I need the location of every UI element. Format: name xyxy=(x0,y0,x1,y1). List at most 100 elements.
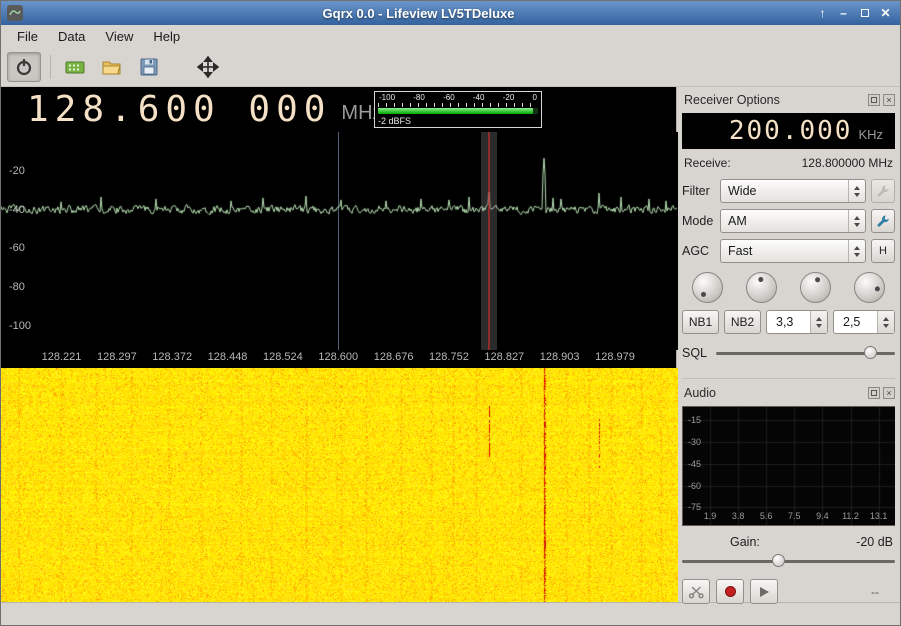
squelch-label: SQL xyxy=(682,346,716,360)
rollup-button[interactable]: ↑ xyxy=(814,5,831,22)
agc-hang-button[interactable]: H xyxy=(871,239,895,263)
gain-handle[interactable] xyxy=(772,554,785,567)
squelch-slider[interactable] xyxy=(716,346,895,360)
noise-blanker-row: NB1 NB2 3,3 2,5 xyxy=(682,310,895,334)
meter-fill xyxy=(378,108,533,114)
spinner-arrows-icon[interactable] xyxy=(848,180,865,202)
meter-tick: -80 xyxy=(413,93,425,102)
db-tick-label: -100 xyxy=(9,320,31,332)
gain-row: Gain: -20 dB xyxy=(684,535,893,549)
squelch-row: SQL xyxy=(682,345,895,361)
receiver-float-button[interactable] xyxy=(868,94,880,106)
close-button[interactable]: ✕ xyxy=(877,5,894,22)
gain-slider[interactable] xyxy=(682,554,895,568)
freq-tick-label: 128.221 xyxy=(42,351,82,363)
frequency-digits[interactable]: 128.600 000 xyxy=(27,87,331,132)
agc-label: AGC xyxy=(682,244,720,258)
channel-width-digits[interactable]: 200.000 xyxy=(729,113,853,149)
mode-value: AM xyxy=(728,214,747,228)
audio-db-tick: -30 xyxy=(688,437,701,447)
nb2-button[interactable]: NB2 xyxy=(724,310,761,334)
channel-width-display[interactable]: 200.000 KHz xyxy=(682,113,895,149)
center-frequency-line xyxy=(338,132,339,350)
receiver-options-header: Receiver Options × xyxy=(682,91,895,109)
signal-meter-scale: -100 -80 -60 -40 -20 0 xyxy=(378,93,538,102)
maximize-button[interactable] xyxy=(856,5,873,22)
filter-select[interactable]: Wide xyxy=(720,179,866,203)
menu-file[interactable]: File xyxy=(7,27,48,46)
audio-spectrum-canvas xyxy=(683,407,895,525)
power-button[interactable] xyxy=(7,52,41,82)
waterfall-canvas[interactable] xyxy=(1,368,678,602)
open-button[interactable] xyxy=(95,52,129,82)
scissors-icon xyxy=(688,585,704,599)
mode-options-button[interactable] xyxy=(871,209,895,233)
mode-label: Mode xyxy=(682,214,720,228)
spinner-arrows-icon[interactable] xyxy=(848,240,865,262)
signal-meter: -100 -80 -60 -40 -20 0 -2 dBFS xyxy=(374,91,542,128)
receive-frequency-row: Receive: 128.800000 MHz xyxy=(684,156,893,170)
power-icon xyxy=(14,57,34,77)
spectrum-plot[interactable]: -20 -40 -60 -80 -100 128.221 128.297 128… xyxy=(1,132,676,368)
audio-close-button[interactable]: × xyxy=(883,387,895,399)
freq-tick-label: 128.979 xyxy=(595,351,635,363)
filter-value: Wide xyxy=(728,184,756,198)
float-icon xyxy=(871,390,877,396)
db-tick-label: -80 xyxy=(9,281,25,293)
app-icon xyxy=(7,5,23,21)
mode-select[interactable]: AM xyxy=(720,209,866,233)
squelch-handle[interactable] xyxy=(864,346,877,359)
knob-3[interactable] xyxy=(800,272,831,303)
agc-row: AGC Fast H xyxy=(682,239,895,263)
filter-row: Filter Wide xyxy=(682,179,895,203)
db-tick-label: -20 xyxy=(9,165,25,177)
spinner-arrows-icon[interactable] xyxy=(810,311,827,333)
titlebar[interactable]: Gqrx 0.0 - Lifeview LV5TDeluxe ↑ – ✕ xyxy=(1,1,900,25)
gain-label: Gain: xyxy=(684,535,760,549)
agc-value: Fast xyxy=(728,244,752,258)
menu-data[interactable]: Data xyxy=(48,27,95,46)
save-button[interactable] xyxy=(132,52,166,82)
audio-spectrum: -15 -30 -45 -60 -75 1.9 3.8 5.6 7.5 9.4 … xyxy=(682,406,895,526)
audio-db-tick: -60 xyxy=(688,481,701,491)
channel-width-unit: KHz xyxy=(858,127,883,142)
audio-freq-tick: 13.1 xyxy=(870,511,888,521)
nb1-button[interactable]: NB1 xyxy=(682,310,719,334)
minimize-button[interactable]: – xyxy=(835,5,852,22)
freq-tick-label: 128.448 xyxy=(208,351,248,363)
audio-mute-button[interactable] xyxy=(682,579,710,604)
slider-groove[interactable] xyxy=(682,560,895,563)
spectrum-canvas[interactable] xyxy=(1,132,678,350)
tuning-filter-band[interactable] xyxy=(481,132,497,350)
spinner-arrows-icon[interactable] xyxy=(877,311,894,333)
record-button[interactable] xyxy=(716,579,744,604)
receiver-close-button[interactable]: × xyxy=(883,94,895,106)
meter-bar xyxy=(378,108,538,114)
freq-tick-label: 128.372 xyxy=(152,351,192,363)
io-devices-button[interactable] xyxy=(58,52,92,82)
play-button[interactable] xyxy=(750,579,778,604)
knob-2[interactable] xyxy=(746,272,777,303)
agc-select[interactable]: Fast xyxy=(720,239,866,263)
menu-view[interactable]: View xyxy=(95,27,143,46)
pan-button[interactable] xyxy=(191,52,225,82)
menu-help[interactable]: Help xyxy=(143,27,190,46)
knob-1[interactable] xyxy=(692,272,723,303)
nb1-threshold-spinbox[interactable]: 3,3 xyxy=(766,310,828,334)
meter-tick: -40 xyxy=(473,93,485,102)
freq-tick-label: 128.827 xyxy=(484,351,524,363)
frequency-display[interactable]: 128.600 000 MHz xyxy=(27,87,383,132)
nb1-threshold-value: 3,3 xyxy=(776,315,793,329)
audio-freq-tick: 9.4 xyxy=(816,511,829,521)
audio-float-button[interactable] xyxy=(868,387,880,399)
audio-header: Audio × xyxy=(682,384,895,402)
knob-4[interactable] xyxy=(854,272,885,303)
toolbar xyxy=(1,47,900,87)
nb2-threshold-spinbox[interactable]: 2,5 xyxy=(833,310,895,334)
spinner-arrows-icon[interactable] xyxy=(848,210,865,232)
wrench-icon xyxy=(876,184,890,198)
play-icon xyxy=(760,587,769,597)
filter-shape-button xyxy=(871,179,895,203)
waterfall[interactable] xyxy=(1,368,676,602)
recording-time: -- xyxy=(871,585,879,599)
